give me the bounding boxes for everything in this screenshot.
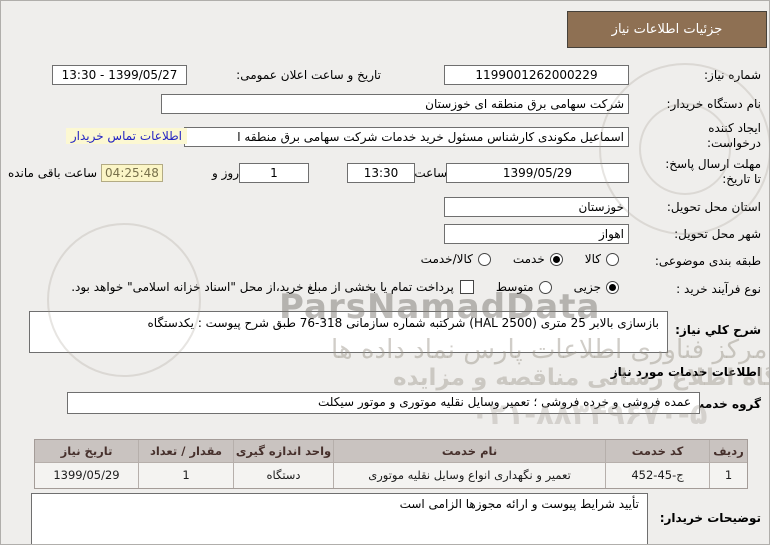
buyer-notes-text: تأیید شرایط پیوست و ارائه مجوزها الزامی …: [399, 497, 639, 511]
days-remaining-input[interactable]: 1: [239, 163, 309, 183]
buyer-contact-link[interactable]: اطلاعات تماس خریدار: [65, 128, 187, 144]
category-option-goods[interactable]: کالا: [585, 252, 619, 266]
process-option-minor[interactable]: جزیی: [574, 280, 619, 294]
col-need-date: تاریخ نیاز: [35, 440, 138, 463]
deadline-time-input[interactable]: 13:30: [347, 163, 415, 183]
col-unit: واحد اندازه گیری: [233, 440, 333, 463]
category-options: کالا خدمت کالا/خدمت: [421, 252, 619, 266]
deadline-hour-label: ساعت: [414, 166, 447, 180]
announce-datetime-label: تاریخ و ساعت اعلان عمومی:: [236, 68, 381, 82]
table-header-row: ردیف کد خدمت نام خدمت واحد اندازه گیری م…: [35, 440, 747, 463]
buyer-org-label: نام دستگاه خریدار:: [666, 97, 762, 111]
service-name-cell: تعمیر و نگهداری انواع وسایل نقلیه موتوری: [333, 463, 605, 488]
col-service-name: نام خدمت: [333, 440, 605, 463]
services-table: ردیف کد خدمت نام خدمت واحد اندازه گیری م…: [34, 439, 748, 489]
row-number-cell: 1: [709, 463, 747, 488]
process-label: نوع فرآیند خرید :: [676, 282, 761, 296]
radio-goods-icon[interactable]: [606, 252, 619, 266]
announce-datetime-input[interactable]: 1399/05/27 - 13:30: [52, 65, 187, 85]
category-label: طبقه بندی موضوعی:: [654, 254, 761, 268]
creator-input[interactable]: اسماعیل مکوندی کارشناس مسئول خرید خدمات …: [184, 127, 629, 147]
need-number-input[interactable]: 1199001262000229: [444, 65, 629, 85]
service-group-box: عمده فروشی و خرده فروشی ؛ تعمیر وسایل نق…: [67, 392, 700, 414]
title-banner: جزئیات اطلاعات نیاز: [567, 11, 767, 48]
process-option-medium-label: متوسط: [495, 280, 534, 294]
col-row-number: ردیف: [709, 440, 747, 463]
services-heading: اطلاعات خدمات مورد نیاز: [610, 365, 761, 379]
treasury-label: پرداخت تمام یا بخشی از مبلغ خرید،از محل …: [71, 280, 454, 294]
quantity-cell: 1: [138, 463, 233, 488]
service-group-text: عمده فروشی و خرده فروشی ؛ تعمیر وسایل نق…: [317, 395, 691, 409]
creator-label-line1: ایجاد کننده: [708, 121, 761, 135]
category-option-goods-label: کالا: [584, 252, 601, 266]
category-option-service-label: خدمت: [512, 252, 545, 266]
countdown-timer: 04:25:48: [101, 164, 163, 182]
need-description-text: بازسازی بالابر 25 متری (HAL 2500) شرکتبه…: [147, 316, 660, 330]
need-details-page: جزئیات اطلاعات نیاز شماره نیاز: 11990012…: [0, 0, 770, 545]
deadline-date-input[interactable]: 1399/05/29: [446, 163, 629, 183]
deadline-label-line1: مهلت ارسال پاسخ:: [665, 157, 761, 171]
buyer-notes-box: تأیید شرایط پیوست و ارائه مجوزها الزامی …: [31, 493, 648, 544]
need-description-box: بازسازی بالابر 25 متری (HAL 2500) شرکتبه…: [29, 311, 668, 353]
province-label: استان محل تحویل:: [666, 200, 761, 214]
process-option-medium[interactable]: متوسط: [496, 280, 552, 294]
city-input[interactable]: اهواز: [444, 224, 629, 244]
category-option-goods-service[interactable]: کالا/خدمت: [421, 252, 491, 266]
treasury-option[interactable]: پرداخت تمام یا بخشی از مبلغ خرید،از محل …: [71, 280, 474, 294]
province-input[interactable]: خوزستان: [444, 197, 629, 217]
col-quantity: مقدار / تعداد: [138, 440, 233, 463]
need-date-cell: 1399/05/29: [35, 463, 138, 488]
need-description-label: شرح کلي نیاز:: [675, 323, 761, 337]
city-label: شهر محل تحویل:: [674, 227, 761, 241]
watermark-circle-bottom-left: [47, 223, 201, 377]
treasury-checkbox[interactable]: [459, 280, 474, 294]
process-option-minor-label: جزیی: [573, 280, 601, 294]
service-code-cell: ج-45-452: [605, 463, 709, 488]
category-option-goods-service-label: کالا/خدمت: [420, 252, 473, 266]
col-service-code: کد خدمت: [605, 440, 709, 463]
unit-cell: دستگاه: [233, 463, 333, 488]
radio-service-icon[interactable]: [549, 252, 563, 266]
category-option-service[interactable]: خدمت: [513, 252, 563, 266]
creator-label-line2: درخواست:: [707, 136, 761, 150]
radio-minor-icon[interactable]: [606, 280, 619, 294]
need-number-label: شماره نیاز:: [704, 68, 761, 82]
table-row: 1 ج-45-452 تعمیر و نگهداری انواع وسایل ن…: [35, 463, 747, 488]
page-title: جزئیات اطلاعات نیاز: [611, 22, 723, 37]
deadline-label-line2: تا تاریخ:: [722, 172, 761, 186]
radio-goods-service-icon[interactable]: [477, 252, 491, 266]
days-label: روز و: [212, 166, 239, 180]
buyer-notes-label: توضیحات خریدار:: [659, 511, 761, 525]
radio-medium-icon[interactable]: [538, 280, 552, 294]
buyer-org-input[interactable]: شرکت سهامی برق منطقه ای خوزستان: [161, 94, 629, 114]
process-options: جزیی متوسط پرداخت تمام یا بخشی از مبلغ خ…: [71, 280, 619, 294]
hours-remaining-label: ساعت باقی مانده: [7, 166, 97, 180]
